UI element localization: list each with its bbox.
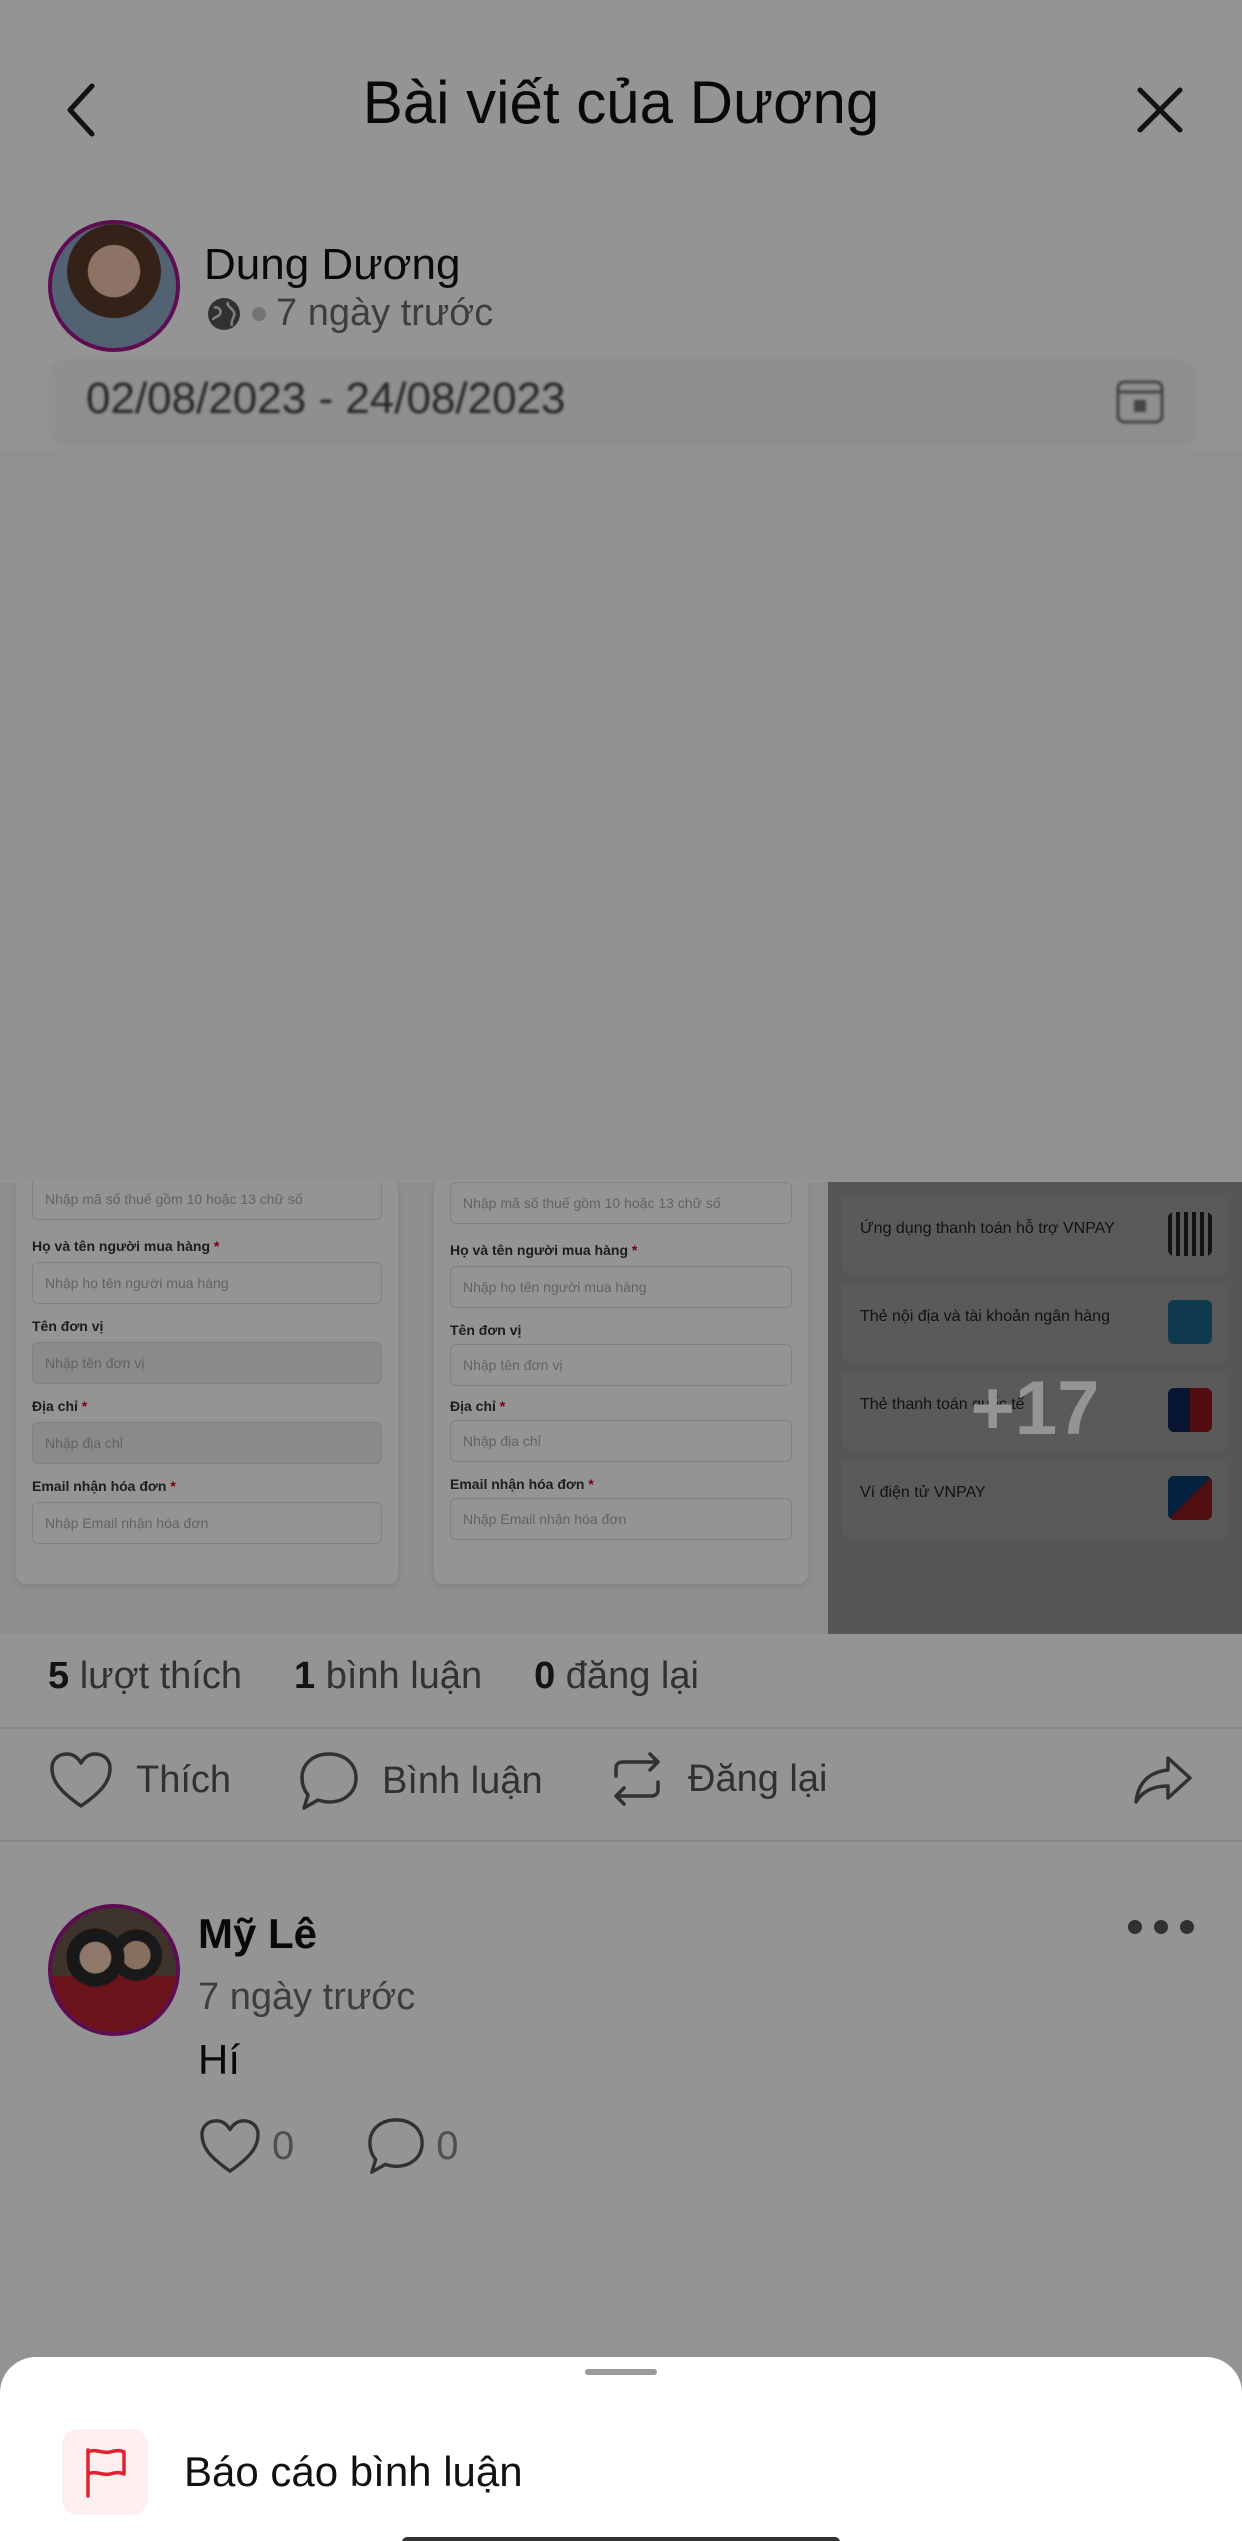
bottom-sheet: Báo cáo bình luận — [0, 2357, 1242, 2541]
post-detail-page: Bài viết của Dương Dung Dương 7 ngày trư… — [0, 0, 1242, 2541]
flag-icon — [86, 2448, 126, 2498]
home-indicator — [402, 2537, 840, 2541]
modal-backdrop[interactable] — [0, 0, 1242, 2541]
flag-icon-container — [62, 2429, 148, 2515]
report-comment-label: Báo cáo bình luận — [184, 2448, 523, 2495]
report-comment-option[interactable]: Báo cáo bình luận — [62, 2429, 1182, 2515]
sheet-drag-handle[interactable] — [585, 2369, 657, 2375]
